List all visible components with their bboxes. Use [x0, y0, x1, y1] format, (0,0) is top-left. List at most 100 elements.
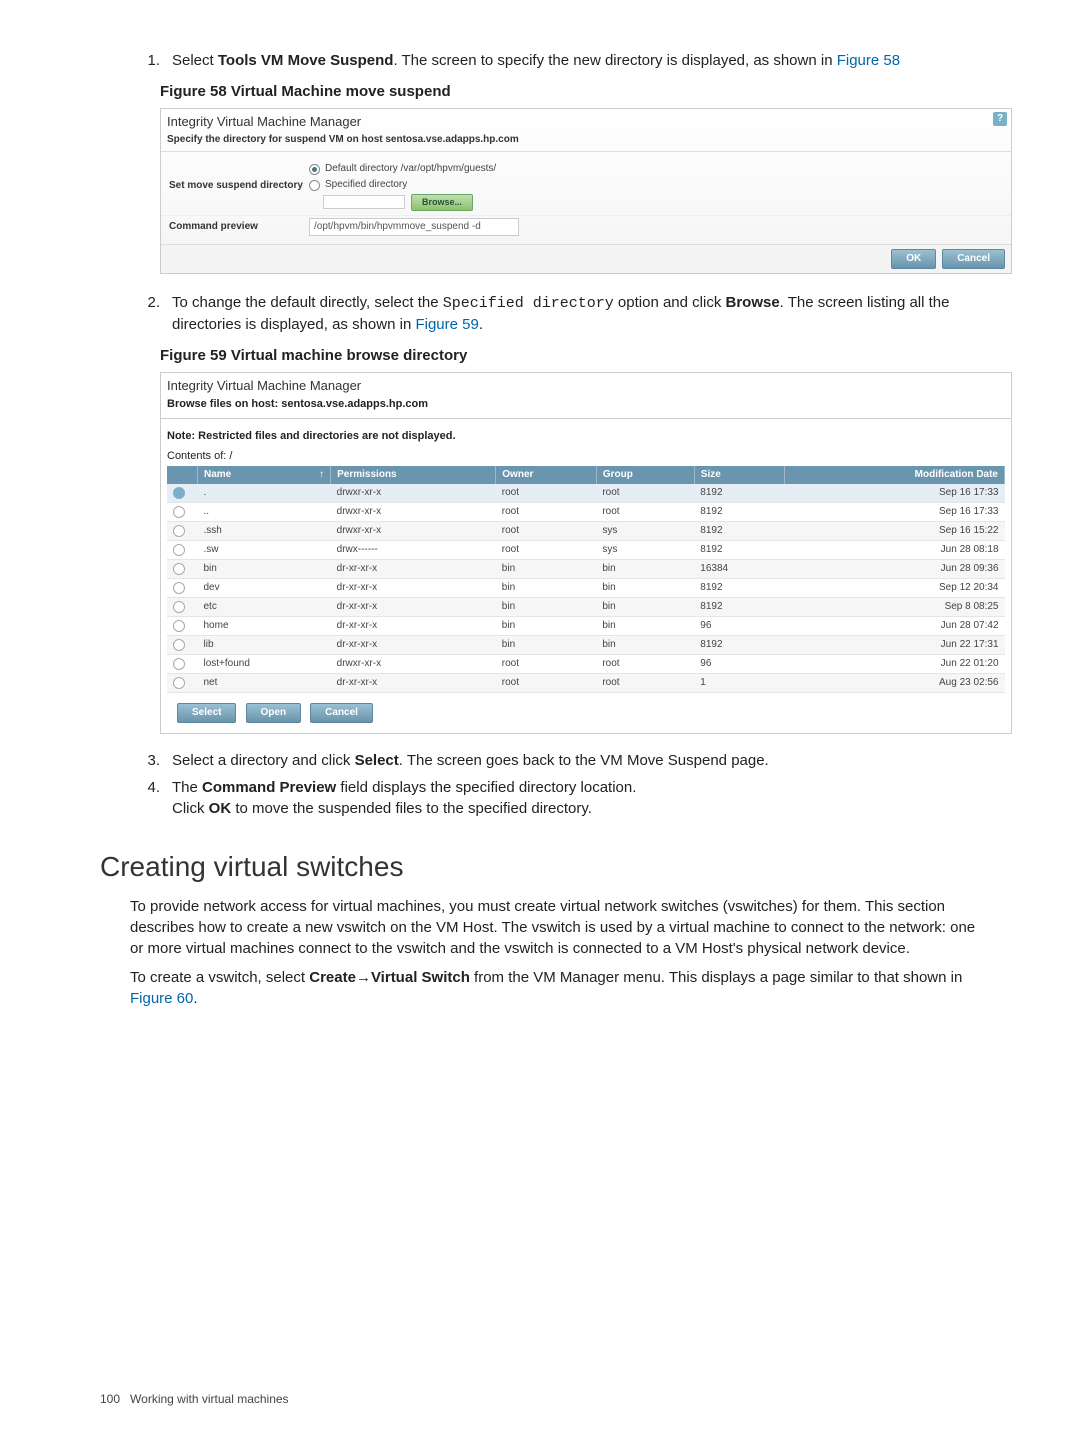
cell-group: root [596, 674, 694, 693]
cell-group: sys [596, 541, 694, 560]
col-modification[interactable]: Modification Date [785, 466, 1005, 484]
select-label: Select [355, 752, 399, 769]
fig59-note: Note: Restricted files and directories a… [161, 419, 1011, 448]
specified-dir-option[interactable]: Specified directory [309, 178, 1007, 192]
text: The [172, 779, 202, 796]
table-row[interactable]: ..drwxr-xr-xrootroot8192Sep 16 17:33 [167, 503, 1005, 522]
cancel-button[interactable]: Cancel [942, 249, 1005, 269]
cell-perm: dr-xr-xr-x [331, 674, 496, 693]
table-row[interactable]: etcdr-xr-xr-xbinbin8192Sep 8 08:25 [167, 598, 1005, 617]
figure60-link[interactable]: Figure 60 [130, 990, 193, 1007]
cell-group: bin [596, 560, 694, 579]
section-heading: Creating virtual switches [100, 847, 990, 886]
table-row[interactable]: bindr-xr-xr-xbinbin16384Jun 28 09:36 [167, 560, 1005, 579]
cell-owner: root [496, 522, 597, 541]
text: . [193, 990, 197, 1007]
col-size[interactable]: Size [694, 466, 785, 484]
open-button[interactable]: Open [246, 703, 302, 723]
cell-icon [167, 655, 198, 674]
text: from the VM Manager menu. This displays … [470, 969, 962, 986]
section-para2: To create a vswitch, select Create→Virtu… [130, 967, 990, 1009]
table-row[interactable]: .sshdrwxr-xr-xrootsys8192Sep 16 15:22 [167, 522, 1005, 541]
cell-perm: dr-xr-xr-x [331, 560, 496, 579]
col-icon [167, 466, 198, 484]
figure58-panel: ? Integrity Virtual Machine Manager Spec… [160, 108, 1012, 274]
default-dir-option[interactable]: Default directory /var/opt/hpvm/guests/ [309, 162, 1007, 176]
cell-name: dev [198, 579, 331, 598]
cell-perm: drwx------ [331, 541, 496, 560]
cell-icon [167, 503, 198, 522]
row-select-icon [173, 639, 185, 651]
specified-dir-input[interactable] [323, 195, 405, 209]
select-button[interactable]: Select [177, 703, 236, 723]
cell-group: root [596, 655, 694, 674]
cell-group: root [596, 484, 694, 503]
table-row[interactable]: devdr-xr-xr-xbinbin8192Sep 12 20:34 [167, 579, 1005, 598]
cell-size: 8192 [694, 598, 785, 617]
cell-size: 8192 [694, 484, 785, 503]
cell-size: 8192 [694, 636, 785, 655]
step3-text: Select a directory and click Select. The… [172, 750, 990, 771]
step2-text: To change the default directly, select t… [172, 292, 990, 335]
page-number: 100 [100, 1392, 120, 1406]
cell-owner: bin [496, 636, 597, 655]
table-row[interactable]: lost+founddrwxr-xr-xrootroot96Jun 22 01:… [167, 655, 1005, 674]
col-permissions[interactable]: Permissions [331, 466, 496, 484]
cell-size: 8192 [694, 503, 785, 522]
cell-group: bin [596, 579, 694, 598]
arrow-icon: → [356, 969, 371, 986]
command-preview-label: Command Preview [202, 779, 336, 796]
fig59-app-title: Integrity Virtual Machine Manager [161, 373, 1011, 397]
row-select-icon [173, 582, 185, 594]
default-dir-text: Default directory /var/opt/hpvm/guests/ [325, 162, 496, 176]
step-number: 1. [130, 50, 172, 71]
figure58-link[interactable]: Figure 58 [837, 52, 900, 69]
col-owner[interactable]: Owner [496, 466, 597, 484]
table-row[interactable]: .swdrwx------rootsys8192Jun 28 08:18 [167, 541, 1005, 560]
cell-size: 96 [694, 655, 785, 674]
cell-name: .. [198, 503, 331, 522]
table-row[interactable]: homedr-xr-xr-xbinbin96Jun 28 07:42 [167, 617, 1005, 636]
fig58-subtitle: Specify the directory for suspend VM on … [161, 131, 1011, 152]
cell-icon [167, 674, 198, 693]
page-footer: 100 Working with virtual machines [100, 1391, 289, 1408]
table-row[interactable]: .drwxr-xr-xrootroot8192Sep 16 17:33 [167, 484, 1005, 503]
cell-group: root [596, 503, 694, 522]
cell-owner: bin [496, 579, 597, 598]
text: field displays the specified directory l… [336, 779, 636, 796]
cell-mod: Jun 28 07:42 [785, 617, 1005, 636]
col-name[interactable]: Name ↑ [198, 466, 331, 484]
step-number: 2. [130, 292, 172, 335]
figure59-link[interactable]: Figure 59 [415, 316, 478, 333]
fig59-subtitle: Browse files on host: sentosa.vse.adapps… [161, 397, 1011, 419]
cell-name: lost+found [198, 655, 331, 674]
fig58-app-title: Integrity Virtual Machine Manager [161, 109, 1011, 131]
cell-size: 8192 [694, 541, 785, 560]
row-select-icon [173, 487, 185, 499]
cell-name: .ssh [198, 522, 331, 541]
row-select-icon [173, 658, 185, 670]
ok-button[interactable]: OK [891, 249, 936, 269]
menu-virtual-switch: Virtual Switch [371, 969, 470, 986]
code-text: Specified directory [443, 295, 614, 312]
footer-text: Working with virtual machines [130, 1392, 289, 1406]
cell-mod: Sep 8 08:25 [785, 598, 1005, 617]
command-preview-label: Command preview [165, 220, 309, 234]
cell-mod: Sep 16 17:33 [785, 503, 1005, 522]
command-preview-field[interactable]: /opt/hpvm/bin/hpvmmove_suspend -d [309, 218, 519, 236]
cancel-button[interactable]: Cancel [310, 703, 373, 723]
fig59-contents-label: Contents of: / [161, 449, 1011, 466]
cell-icon [167, 522, 198, 541]
col-group[interactable]: Group [596, 466, 694, 484]
table-row[interactable]: libdr-xr-xr-xbinbin8192Jun 22 17:31 [167, 636, 1005, 655]
cell-name: net [198, 674, 331, 693]
help-icon[interactable]: ? [993, 112, 1007, 126]
text: Select [172, 52, 218, 69]
cell-owner: bin [496, 617, 597, 636]
table-row[interactable]: netdr-xr-xr-xrootroot1Aug 23 02:56 [167, 674, 1005, 693]
cell-perm: dr-xr-xr-x [331, 617, 496, 636]
cell-owner: root [496, 541, 597, 560]
browse-button[interactable]: Browse... [411, 194, 473, 211]
radio-icon [309, 180, 320, 191]
cell-group: bin [596, 598, 694, 617]
